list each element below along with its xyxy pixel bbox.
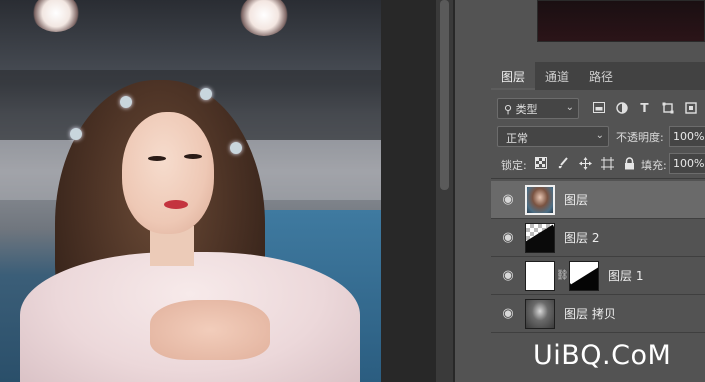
layer-name[interactable]: 图层: [564, 191, 588, 208]
shape-filter-icon[interactable]: [659, 98, 676, 117]
navigator-preview: [537, 0, 705, 42]
layer-row[interactable]: ◉ 图层 拷贝: [491, 295, 705, 333]
site-watermark: UiBQ.CoM: [533, 340, 672, 371]
layer-mask-thumbnail[interactable]: [569, 260, 599, 291]
hair-ornament: [120, 96, 132, 108]
layer-filter-select[interactable]: ⚲ 类型 ⌄: [497, 98, 579, 119]
image-filter-icon[interactable]: [590, 98, 607, 117]
lock-transparent-icon[interactable]: [533, 154, 549, 172]
fill-label: 填充:: [641, 159, 667, 172]
subject-hands: [150, 300, 270, 360]
mask-link-icon[interactable]: ⛓: [556, 270, 569, 281]
panel-tabs: 图层 通道 路径: [491, 62, 623, 90]
layer-row[interactable]: ◉ 图层: [491, 181, 705, 219]
layer-thumbnail: [525, 184, 555, 215]
visibility-eye-icon[interactable]: ◉: [491, 230, 525, 245]
document-canvas[interactable]: [0, 0, 381, 382]
layer-name[interactable]: 图层 2: [564, 229, 599, 246]
lock-paint-icon[interactable]: [555, 154, 571, 172]
visibility-eye-icon[interactable]: ◉: [491, 306, 525, 321]
lock-all-icon[interactable]: [621, 154, 637, 172]
filter-icon-group: T: [590, 98, 699, 117]
filter-value: 类型: [515, 103, 538, 116]
bokeh-light: [32, 0, 80, 32]
layer-name[interactable]: 图层 1: [608, 267, 643, 284]
type-filter-icon[interactable]: T: [636, 98, 653, 117]
layer-name[interactable]: 图层 拷贝: [564, 305, 616, 322]
chevron-down-icon: ⌄: [565, 102, 574, 113]
lock-artboard-icon[interactable]: [599, 154, 615, 172]
subject-eye: [184, 154, 202, 159]
layer-row[interactable]: ◉ ⛓ 图层 1: [491, 257, 705, 295]
opacity-label: 不透明度:: [616, 131, 664, 144]
lock-label: 锁定:: [501, 159, 527, 172]
visibility-eye-icon[interactable]: ◉: [491, 192, 525, 207]
opacity-input[interactable]: 100%: [669, 126, 705, 147]
hair-ornament: [230, 142, 242, 154]
hair-ornament: [70, 128, 82, 140]
adjustment-filter-icon[interactable]: [613, 98, 630, 117]
layer-thumbnail: [525, 298, 555, 329]
search-icon: ⚲: [504, 103, 513, 116]
lock-icon-group: [533, 154, 637, 172]
smart-object-filter-icon[interactable]: [682, 98, 699, 117]
subject-face: [122, 112, 214, 234]
layer-thumbnail: [525, 260, 555, 291]
layer-row[interactable]: ◉ 图层 2: [491, 219, 705, 257]
chevron-down-icon: ⌄: [595, 130, 604, 141]
fill-input[interactable]: 100%: [669, 153, 705, 174]
bokeh-light: [240, 0, 288, 36]
divider: [491, 178, 705, 179]
hair-ornament: [200, 88, 212, 100]
subject-lips: [164, 200, 188, 209]
blend-mode-value: 正常: [506, 132, 528, 145]
tab-paths[interactable]: 路径: [579, 62, 623, 90]
tab-channels[interactable]: 通道: [535, 62, 579, 90]
scrollbar-thumb[interactable]: [440, 0, 449, 190]
layer-thumbnail: [525, 222, 555, 253]
blend-mode-select[interactable]: 正常 ⌄: [497, 126, 609, 147]
tab-layers[interactable]: 图层: [491, 62, 536, 90]
subject-eye: [148, 156, 166, 161]
lock-position-icon[interactable]: [577, 154, 593, 172]
visibility-eye-icon[interactable]: ◉: [491, 268, 525, 283]
